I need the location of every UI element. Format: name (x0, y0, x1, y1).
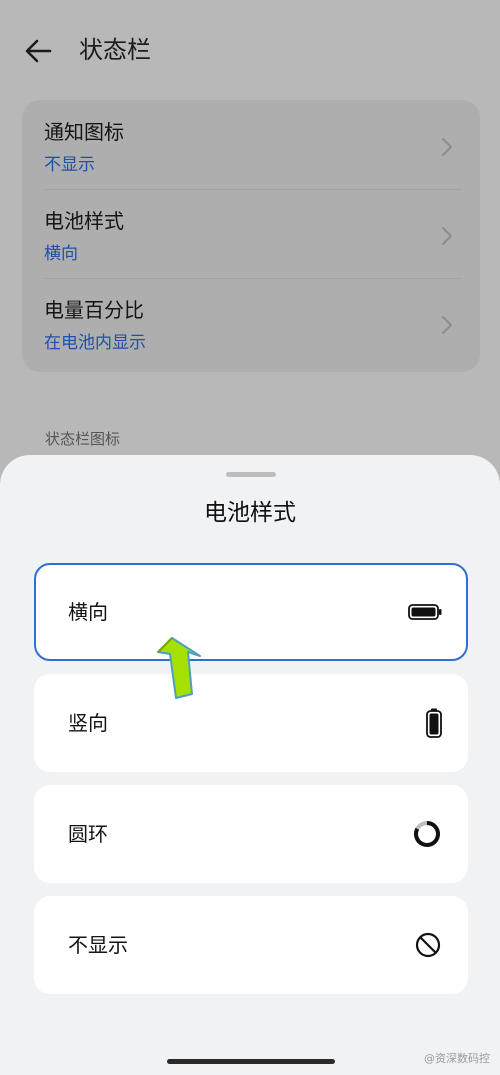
setting-battery-percentage[interactable]: 电量百分比 在电池内显示 (22, 278, 480, 366)
chevron-right-icon (442, 138, 452, 156)
chevron-right-icon (442, 227, 452, 245)
page-title: 状态栏 (79, 36, 151, 64)
option-label: 不显示 (68, 933, 128, 957)
setting-value: 在电池内显示 (44, 333, 146, 353)
setting-battery-style[interactable]: 电池样式 横向 (22, 189, 480, 277)
option-ring[interactable]: 圆环 (34, 785, 468, 883)
setting-value: 不显示 (44, 155, 95, 175)
annotation-arrow-icon (157, 637, 201, 699)
option-label: 竖向 (68, 711, 108, 735)
hidden-icon (415, 932, 441, 958)
battery-horizontal-icon (408, 604, 442, 620)
option-label: 横向 (68, 600, 108, 624)
setting-value: 横向 (44, 244, 78, 264)
setting-title: 电量百分比 (44, 298, 144, 322)
chevron-right-icon (442, 316, 452, 334)
settings-card: 通知图标 不显示 电池样式 横向 电量百分比 在电池内显示 (22, 100, 480, 372)
watermark: @资深数码控 (424, 1052, 490, 1065)
setting-title: 电池样式 (44, 209, 124, 233)
battery-style-bottom-sheet: 电池样式 横向 竖向 圆环 不显示 @资深数码控 (0, 455, 500, 1075)
setting-notification-icons[interactable]: 通知图标 不显示 (22, 100, 480, 188)
option-vertical[interactable]: 竖向 (34, 674, 468, 772)
top-app-bar: 状态栏 (0, 0, 500, 100)
section-label: 状态栏图标 (45, 430, 121, 448)
option-label: 圆环 (68, 822, 108, 846)
home-indicator (167, 1059, 335, 1064)
option-hidden[interactable]: 不显示 (34, 896, 468, 994)
battery-vertical-icon (426, 708, 442, 738)
setting-title: 通知图标 (44, 120, 124, 144)
back-arrow-icon[interactable] (22, 34, 56, 68)
option-horizontal[interactable]: 横向 (34, 563, 468, 661)
battery-ring-icon (414, 821, 440, 847)
drag-handle[interactable] (226, 472, 276, 477)
sheet-title: 电池样式 (204, 500, 296, 526)
